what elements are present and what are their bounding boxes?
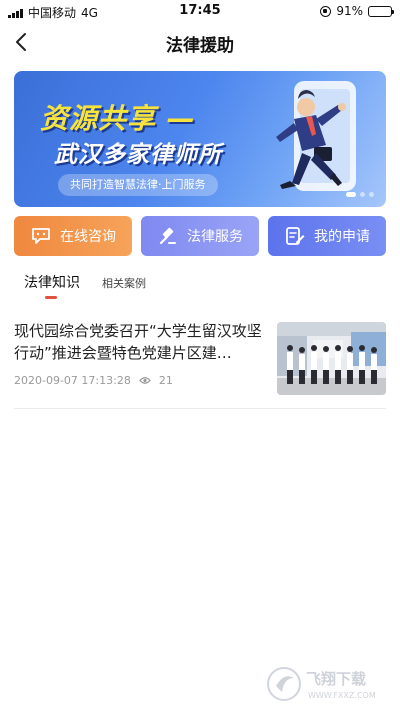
tab-related-cases[interactable]: 相关案例 — [102, 275, 146, 291]
article-views: 21 — [158, 374, 173, 387]
banner-title-line2: 武汉多家律师所 — [54, 142, 222, 168]
rotation-lock-icon — [320, 5, 332, 17]
svg-text:飞翔下载: 飞翔下载 — [306, 670, 366, 688]
banner-title-line1: 资源共享 — — [40, 102, 196, 135]
legal-service-button[interactable]: 法律服务 — [141, 216, 259, 256]
eye-icon — [139, 376, 151, 385]
chat-icon — [30, 225, 52, 247]
edit-document-icon — [284, 225, 306, 247]
article-title: 现代园综合党委召开“大学生留汉攻坚行动”推进会暨特色党建片区建… — [14, 322, 262, 362]
list-divider — [14, 408, 386, 409]
svg-text:WWW.FXXZ.COM: WWW.FXXZ.COM — [308, 691, 376, 700]
online-consult-label: 在线咨询 — [60, 229, 116, 245]
legal-service-label: 法律服务 — [187, 229, 243, 245]
tab-legal-knowledge[interactable]: 法律知识 — [24, 272, 80, 292]
gavel-icon — [157, 225, 179, 247]
article-thumbnail — [277, 322, 386, 395]
site-watermark: 飞翔下载 WWW.FXXZ.COM — [266, 664, 392, 704]
online-consult-button[interactable]: 在线咨询 — [14, 216, 132, 256]
battery-percent: 91% — [336, 4, 363, 18]
businessman-illustration — [276, 81, 356, 191]
my-application-label: 我的申请 — [314, 229, 370, 245]
quick-actions: 在线咨询 法律服务 我的申请 — [14, 216, 386, 256]
article-list-item[interactable]: 现代园综合党委召开“大学生留汉攻坚行动”推进会暨特色党建片区建… 2020-09… — [14, 320, 386, 408]
banner-pagination — [346, 192, 374, 197]
content-tabs: 法律知识 相关案例 — [14, 272, 386, 302]
status-right: 91% — [320, 4, 394, 18]
promo-banner[interactable]: 资源共享 — 武汉多家律师所 共同打造智慧法律·上门服务 — [14, 71, 386, 207]
nav-bar: 法律援助 — [0, 22, 400, 62]
meeting-photo-image — [277, 322, 386, 395]
battery-icon — [368, 5, 394, 17]
article-datetime: 2020-09-07 17:13:28 — [14, 374, 131, 387]
watermark-logo: 飞翔下载 WWW.FXXZ.COM — [267, 667, 376, 701]
my-application-button[interactable]: 我的申请 — [268, 216, 386, 256]
page-title: 法律援助 — [166, 36, 234, 56]
banner-subtitle: 共同打造智慧法律·上门服务 — [58, 174, 218, 196]
article-meta: 2020-09-07 17:13:28 21 — [14, 374, 173, 387]
status-bar: 中国移动 4G 17:45 91% — [0, 0, 400, 22]
active-tab-indicator — [45, 296, 57, 299]
